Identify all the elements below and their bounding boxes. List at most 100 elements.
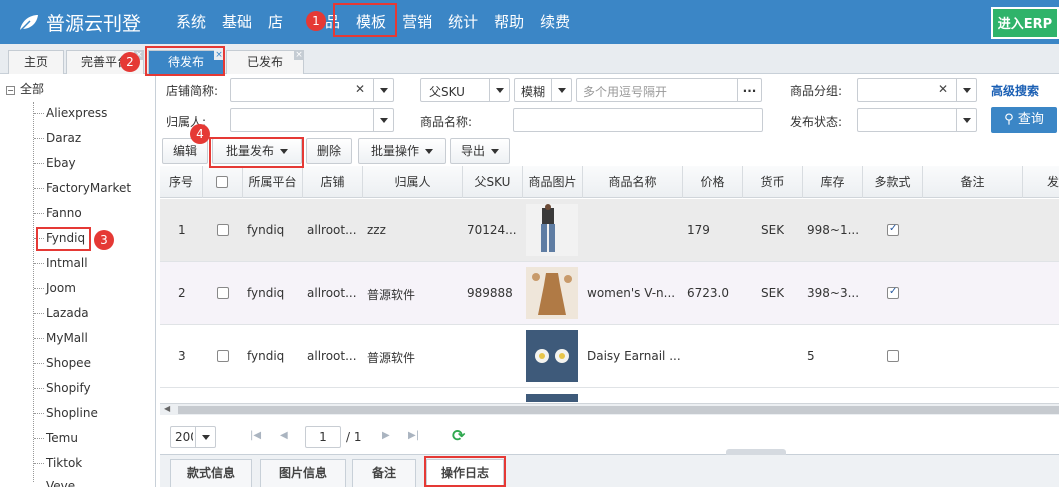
close-icon[interactable]: × bbox=[294, 50, 304, 60]
tab-notes[interactable]: 备注 bbox=[352, 459, 416, 487]
page-input[interactable]: 1 bbox=[305, 426, 341, 448]
col-stock[interactable]: 库存 bbox=[803, 166, 863, 198]
chevron-down-icon[interactable] bbox=[956, 79, 976, 101]
tree-item-fanno[interactable]: Fanno bbox=[34, 206, 82, 220]
tree-item-intmall[interactable]: Intmall bbox=[34, 256, 88, 270]
row-no: 3 bbox=[178, 349, 186, 363]
col-multi[interactable]: 多款式 bbox=[863, 166, 923, 198]
prev-page-icon[interactable]: ◀ bbox=[280, 430, 288, 441]
export-button[interactable]: 导出 bbox=[450, 138, 510, 164]
tree-item-lazada[interactable]: Lazada bbox=[34, 306, 89, 320]
sku-input[interactable]: 多个用逗号隔开... bbox=[576, 78, 762, 102]
clear-icon[interactable]: ✕ bbox=[355, 82, 365, 96]
chevron-down-icon[interactable] bbox=[195, 427, 215, 447]
col-price[interactable]: 价格 bbox=[683, 166, 743, 198]
tab-home[interactable]: 主页 bbox=[8, 50, 64, 74]
menu-stats[interactable]: 统计 bbox=[440, 0, 486, 44]
leaf-icon bbox=[19, 14, 38, 32]
col-no[interactable]: 序号 bbox=[160, 166, 203, 198]
enter-erp-button[interactable]: 进入ERP bbox=[991, 7, 1059, 39]
tree-item-shopee[interactable]: Shopee bbox=[34, 356, 91, 370]
product-name-input[interactable] bbox=[513, 108, 763, 132]
table-row[interactable]: 3 fyndiq allroot... 普源软件 Daisy Earnail .… bbox=[160, 325, 1059, 388]
menu-system[interactable]: 系统 bbox=[168, 0, 214, 44]
row-multi-checkbox[interactable] bbox=[887, 286, 899, 299]
row-multi-checkbox[interactable] bbox=[887, 223, 899, 236]
col-name[interactable]: 商品名称 bbox=[583, 166, 683, 198]
tree-item-factorymarket[interactable]: FactoryMarket bbox=[33, 181, 131, 195]
horizontal-scrollbar[interactable]: ◀ bbox=[160, 403, 1059, 415]
refresh-icon[interactable]: ⟳ bbox=[452, 426, 465, 445]
tree-item-mymall[interactable]: MyMall bbox=[34, 331, 88, 345]
more-button[interactable]: ... bbox=[737, 79, 761, 101]
col-select[interactable] bbox=[203, 166, 243, 198]
col-publish[interactable]: 发 bbox=[1023, 166, 1059, 198]
tree-item-ebay[interactable]: Ebay bbox=[34, 156, 76, 170]
tree-item-temu[interactable]: Temu bbox=[34, 431, 78, 445]
row-multi-checkbox[interactable] bbox=[887, 350, 899, 362]
select-all-checkbox[interactable] bbox=[216, 176, 228, 188]
collapse-icon[interactable]: − bbox=[6, 86, 15, 95]
chevron-down-icon[interactable] bbox=[489, 79, 509, 101]
tab-image-info[interactable]: 图片信息 bbox=[260, 459, 346, 487]
col-note[interactable]: 备注 bbox=[923, 166, 1023, 198]
app-logo[interactable]: 普源云刊登 bbox=[18, 9, 141, 36]
batch-ops-button[interactable]: 批量操作 bbox=[358, 138, 446, 164]
first-page-icon[interactable]: |◀ bbox=[250, 430, 261, 441]
col-sku[interactable]: 父SKU bbox=[463, 166, 523, 198]
tree-item-shopify[interactable]: Shopify bbox=[34, 381, 91, 395]
chevron-down-icon[interactable] bbox=[373, 79, 393, 101]
sku-type-select[interactable]: 父SKU bbox=[420, 78, 510, 102]
product-thumbnail[interactable] bbox=[526, 267, 578, 319]
menu-basic[interactable]: 基础 bbox=[214, 0, 260, 44]
clear-icon[interactable]: ✕ bbox=[938, 82, 948, 96]
scroll-left-icon[interactable]: ◀ bbox=[164, 404, 170, 413]
row-no: 1 bbox=[178, 223, 186, 237]
col-image[interactable]: 商品图片 bbox=[523, 166, 583, 198]
query-button[interactable]: ⚲ 查询 bbox=[991, 107, 1057, 133]
col-currency[interactable]: 货币 bbox=[743, 166, 803, 198]
row-checkbox[interactable] bbox=[217, 350, 229, 362]
tab-variant-info[interactable]: 款式信息 bbox=[170, 459, 252, 487]
col-owner[interactable]: 归属人 bbox=[363, 166, 463, 198]
product-thumbnail[interactable] bbox=[526, 330, 578, 382]
scrollbar-thumb[interactable] bbox=[178, 406, 1059, 414]
group-select[interactable]: ✕ bbox=[857, 78, 977, 102]
menu-renew[interactable]: 续费 bbox=[532, 0, 578, 44]
collapse-handle[interactable] bbox=[726, 449, 786, 455]
chevron-down-icon[interactable] bbox=[956, 109, 976, 131]
row-shop: allroot... bbox=[307, 349, 357, 363]
batch-ops-label: 批量操作 bbox=[370, 144, 419, 158]
table-row[interactable]: 2 fyndiq allroot... 普源软件 989888 women's … bbox=[160, 262, 1059, 325]
row-checkbox[interactable] bbox=[217, 224, 229, 236]
tree-root[interactable]: − 全部 bbox=[6, 80, 44, 97]
next-page-icon[interactable]: ▶ bbox=[382, 430, 390, 441]
tab-published[interactable]: 已发布 × bbox=[226, 50, 304, 74]
tree-item-tiktok[interactable]: Tiktok bbox=[33, 456, 82, 470]
product-thumbnail[interactable] bbox=[526, 204, 578, 256]
menu-store[interactable]: 店 bbox=[260, 0, 292, 44]
tree-item-shopline[interactable]: Shopline bbox=[34, 406, 98, 420]
delete-button[interactable]: 删除 bbox=[306, 138, 352, 164]
match-select[interactable]: 模糊 bbox=[514, 78, 572, 102]
chevron-down-icon[interactable] bbox=[551, 79, 571, 101]
owner-select[interactable] bbox=[230, 108, 394, 132]
chevron-down-icon[interactable] bbox=[373, 109, 393, 131]
row-checkbox[interactable] bbox=[217, 287, 229, 299]
step-badge: 4 bbox=[190, 124, 210, 144]
menu-help[interactable]: 帮助 bbox=[486, 0, 532, 44]
tree-item-daraz[interactable]: Daraz bbox=[33, 131, 81, 145]
status-select[interactable] bbox=[857, 108, 977, 132]
last-page-icon[interactable]: ▶| bbox=[408, 430, 419, 441]
tree-item-joom[interactable]: Joom bbox=[34, 281, 76, 295]
tree-item-aliexpress[interactable]: Aliexpress bbox=[33, 106, 107, 120]
shop-select[interactable]: ✕ bbox=[230, 78, 394, 102]
tree-item-veve[interactable]: Veve bbox=[46, 479, 75, 487]
col-platform[interactable]: 所属平台 bbox=[243, 166, 303, 198]
page-size-select[interactable]: 200 bbox=[170, 426, 216, 448]
product-grid: 序号 所属平台 店铺 归属人 父SKU 商品图片 商品名称 价格 货币 库存 多… bbox=[160, 166, 1059, 402]
table-row[interactable]: 1 fyndiq allroot... zzz 70124... 179 SEK… bbox=[160, 199, 1059, 262]
menu-marketing[interactable]: 营销 bbox=[394, 0, 440, 44]
advanced-search-link[interactable]: 高级搜索 bbox=[991, 82, 1039, 99]
col-shop[interactable]: 店铺 bbox=[303, 166, 363, 198]
